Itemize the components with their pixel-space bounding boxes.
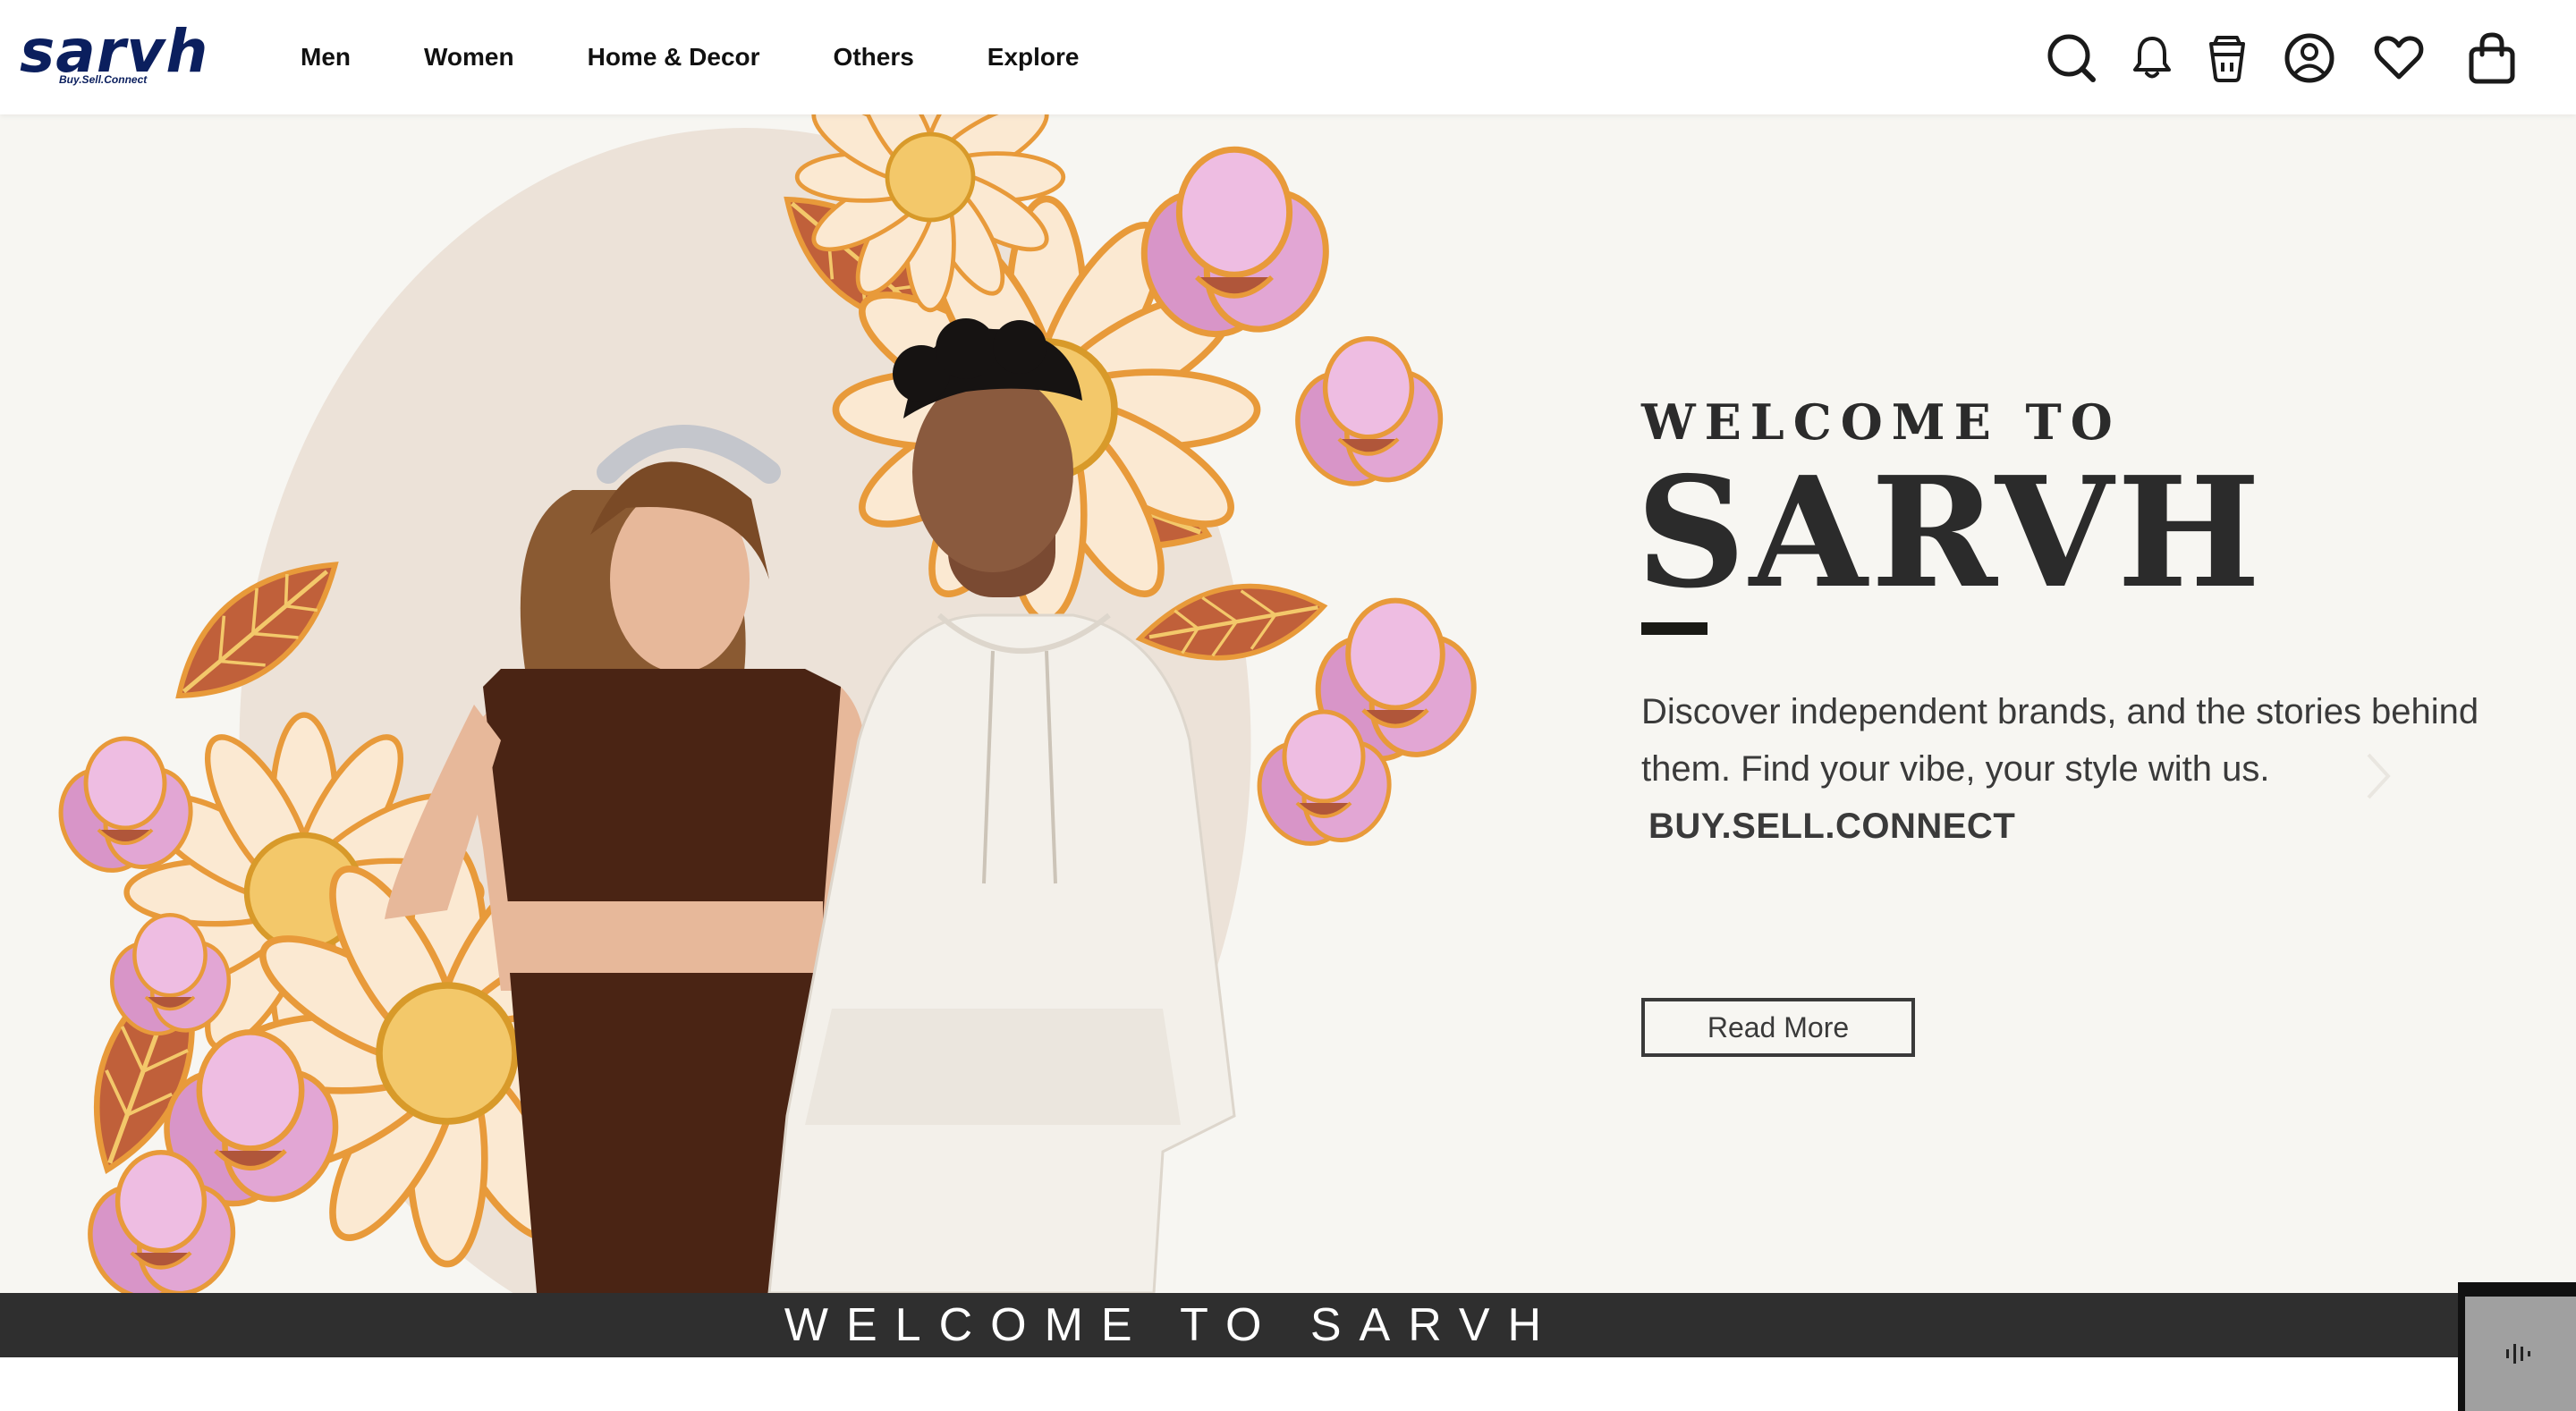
nav-item-others[interactable]: Others <box>834 38 914 77</box>
nav-item-men[interactable]: Men <box>301 38 351 77</box>
hero-tagline: BUY.SELL.CONNECT <box>1648 807 2016 846</box>
site-header: sarvh Buy.Sell.Connect Men Women Home & … <box>0 0 2576 114</box>
title-underline <box>1641 622 1707 635</box>
nav-item-home-decor[interactable]: Home & Decor <box>588 38 760 77</box>
user-icon[interactable] <box>2281 27 2338 89</box>
nav-item-women[interactable]: Women <box>424 38 514 77</box>
main-nav: Men Women Home & Decor Others Explore <box>301 38 1153 77</box>
hero-content: WELCOME TO SARVH Discover independent br… <box>1636 114 2536 1293</box>
cup-icon[interactable] <box>2199 27 2256 89</box>
welcome-banner-text: WELCOME TO SARVH <box>784 1299 1560 1351</box>
audio-wave-icon[interactable] <box>2465 1297 2576 1411</box>
floating-widget <box>2458 1282 2576 1411</box>
brand-tagline: Buy.Sell.Connect <box>59 73 148 86</box>
read-more-button[interactable]: Read More <box>1641 998 1915 1057</box>
bell-icon[interactable] <box>2123 27 2181 89</box>
slider-next-arrow[interactable] <box>2360 749 2395 803</box>
brand-logo[interactable]: sarvh Buy.Sell.Connect <box>20 14 216 95</box>
header-icons <box>2043 27 2544 89</box>
hero-title: SARVH <box>1636 444 2265 622</box>
heart-icon[interactable] <box>2370 27 2428 89</box>
hero-welcome-label: WELCOME TO <box>1641 393 2122 451</box>
bag-icon[interactable] <box>2463 27 2521 89</box>
search-icon[interactable] <box>2043 27 2100 89</box>
nav-item-explore[interactable]: Explore <box>987 38 1080 77</box>
welcome-banner: WELCOME TO SARVH <box>0 1293 2576 1357</box>
hero-illustration <box>0 114 1538 1293</box>
hero-banner: WELCOME TO SARVH Discover independent br… <box>0 114 2576 1293</box>
